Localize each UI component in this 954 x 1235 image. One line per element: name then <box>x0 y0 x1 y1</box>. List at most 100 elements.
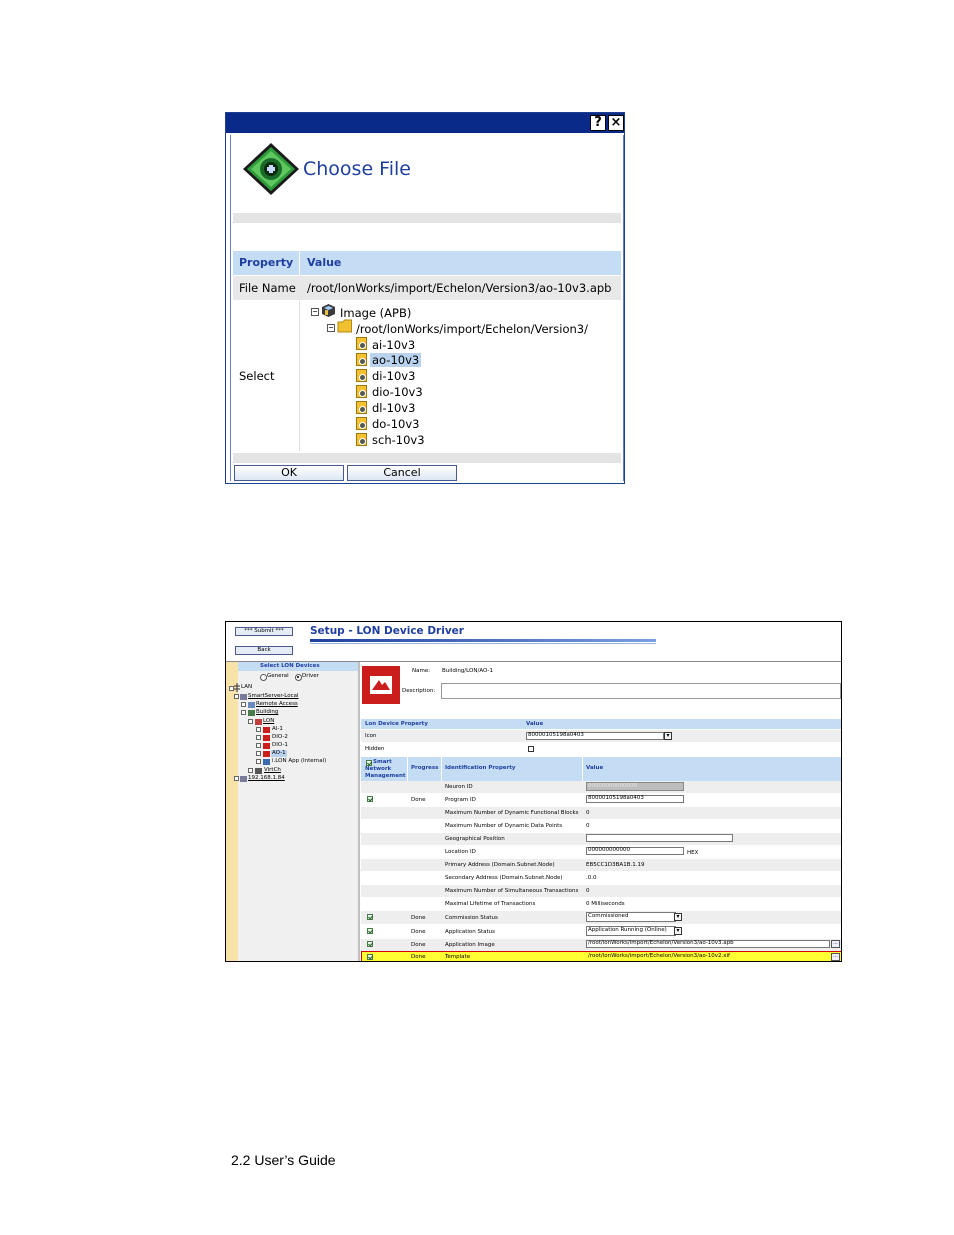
close-icon[interactable]: × <box>608 115 624 131</box>
divider <box>299 301 300 451</box>
setup-lon-device-driver: *** Submit *** Back Setup - LON Device D… <box>225 621 842 962</box>
tree-node-ai1[interactable]: AI-1 <box>272 726 283 733</box>
collapse-icon[interactable]: − <box>327 324 335 332</box>
expand-icon[interactable] <box>234 776 239 781</box>
title-underline <box>310 643 656 644</box>
collapse-icon[interactable] <box>241 710 246 715</box>
row-property: Application Status <box>445 929 496 935</box>
collapse-icon[interactable]: − <box>311 308 319 316</box>
device-icon <box>263 727 270 733</box>
row-value: 000000000000 <box>588 847 630 853</box>
expand-icon[interactable] <box>256 759 261 764</box>
browse-button[interactable]: ... <box>831 940 840 948</box>
file-icon <box>356 401 367 414</box>
icon-label: Icon <box>365 733 377 739</box>
row-checkbox[interactable] <box>367 914 373 920</box>
name-value: Building/LON/AO-1 <box>442 668 493 674</box>
pane-splitter[interactable] <box>358 662 360 961</box>
row-checkbox[interactable] <box>367 796 373 802</box>
collapse-icon[interactable] <box>234 694 239 699</box>
description-input[interactable] <box>441 683 841 699</box>
tree-root-label[interactable]: Image (APB) <box>340 306 411 320</box>
tree-folder-label[interactable]: /root/lonWorks/import/Echelon/Version3/ <box>356 322 588 336</box>
row-value: Commissioned <box>588 913 629 919</box>
name-label: Name: <box>412 668 431 674</box>
expand-icon[interactable] <box>256 751 261 756</box>
tree-file-item[interactable]: dl-10v3 <box>372 401 415 415</box>
tree-file-item[interactable]: do-10v3 <box>372 417 419 431</box>
hidden-checkbox[interactable] <box>528 746 534 752</box>
expand-icon[interactable] <box>256 743 261 748</box>
tree-file-item-selected[interactable]: ao-10v3 <box>370 353 422 367</box>
tree-node-dio2[interactable]: DIO-2 <box>272 734 288 741</box>
expand-icon[interactable] <box>256 727 261 732</box>
cancel-button[interactable]: Cancel <box>347 465 457 481</box>
tree-file-item[interactable]: sch-10v3 <box>372 433 425 447</box>
file-icon <box>356 353 367 366</box>
device-icon <box>263 743 270 749</box>
radio-driver-label: Driver <box>302 673 319 679</box>
chevron-down-icon[interactable]: ▾ <box>674 913 682 921</box>
divider <box>233 453 621 463</box>
tree-node-virtch[interactable]: VirtCh <box>264 767 281 774</box>
collapse-icon[interactable] <box>248 719 253 724</box>
tree-node-dio1[interactable]: DIO-1 <box>272 742 288 749</box>
tree-file-item[interactable]: di-10v3 <box>372 369 415 383</box>
column-progress: Progress <box>411 765 439 771</box>
file-icon <box>356 337 367 350</box>
row-checkbox[interactable] <box>367 954 373 960</box>
row-property: Maximum Number of Dynamic Data Points <box>445 823 563 829</box>
row-property: Maximum Number of Simultaneous Transacti… <box>445 888 579 894</box>
file-name-label: File Name <box>239 281 296 295</box>
radio-general[interactable] <box>260 674 267 681</box>
tree-node-ao1-selected[interactable]: AO-1 <box>271 750 287 757</box>
tree-node-lon[interactable]: LON <box>263 718 274 725</box>
row-property: Program ID <box>445 797 476 803</box>
table-row <box>361 820 841 832</box>
tree-node-lan[interactable]: LAN <box>241 684 252 691</box>
device-icon <box>263 735 270 741</box>
row-checkbox[interactable] <box>367 941 373 947</box>
chevron-down-icon[interactable]: ▾ <box>674 927 682 935</box>
title-underline <box>310 639 656 642</box>
expand-icon[interactable] <box>248 768 253 773</box>
row-progress: Done <box>411 797 426 803</box>
tree-node-ilon-app[interactable]: i.LON App (Internal) <box>272 758 326 765</box>
chevron-down-icon[interactable]: ▾ <box>664 732 672 740</box>
ok-button[interactable]: OK <box>234 465 344 481</box>
neuron-id-value: 00000000000000 <box>588 783 637 789</box>
tree-node-building[interactable]: Building <box>256 709 278 716</box>
row-property: Location ID <box>445 849 476 855</box>
submit-button[interactable]: *** Submit *** <box>235 627 293 636</box>
expand-icon[interactable] <box>241 702 246 707</box>
table-header: Property Value <box>233 251 621 275</box>
tree-node-smartserver[interactable]: SmartServer-Local <box>248 693 299 700</box>
browse-button[interactable]: ... <box>831 953 840 961</box>
row-value: EB5CC1D3BA1B.1.19 <box>586 862 645 868</box>
tree-node-remote-access[interactable]: Remote Access <box>256 701 298 708</box>
dialog-title: Choose File <box>303 158 411 180</box>
dialog-titlebar: ? × <box>226 113 624 133</box>
row-value: 0 <box>586 823 590 829</box>
tree-file-item[interactable]: ai-10v3 <box>372 338 415 352</box>
expand-icon[interactable] <box>256 735 261 740</box>
geographical-position-input[interactable] <box>586 834 733 842</box>
tree-file-item[interactable]: dio-10v3 <box>372 385 423 399</box>
row-value: 0 <box>586 810 590 816</box>
icon-value: 80000105198a0403 <box>528 732 584 738</box>
file-logo-icon <box>243 143 299 195</box>
row-property: Application Image <box>445 942 495 948</box>
radio-driver[interactable] <box>295 674 302 681</box>
back-button[interactable]: Back <box>235 646 293 655</box>
tree-node-ip[interactable]: 192.168.1.84 <box>248 775 285 782</box>
row-checkbox[interactable] <box>367 928 373 934</box>
left-rail <box>226 662 238 961</box>
row-value: /root/lonWorks/import/Echelon/Version3/a… <box>588 953 730 959</box>
row-value: .0.0 <box>586 875 597 881</box>
help-icon[interactable]: ? <box>590 115 606 131</box>
column-value: Value <box>526 721 544 727</box>
device-image-icon <box>362 666 400 704</box>
radio-general-label: General <box>267 673 289 679</box>
hidden-label: Hidden <box>365 746 385 752</box>
remote-access-icon <box>248 702 255 708</box>
